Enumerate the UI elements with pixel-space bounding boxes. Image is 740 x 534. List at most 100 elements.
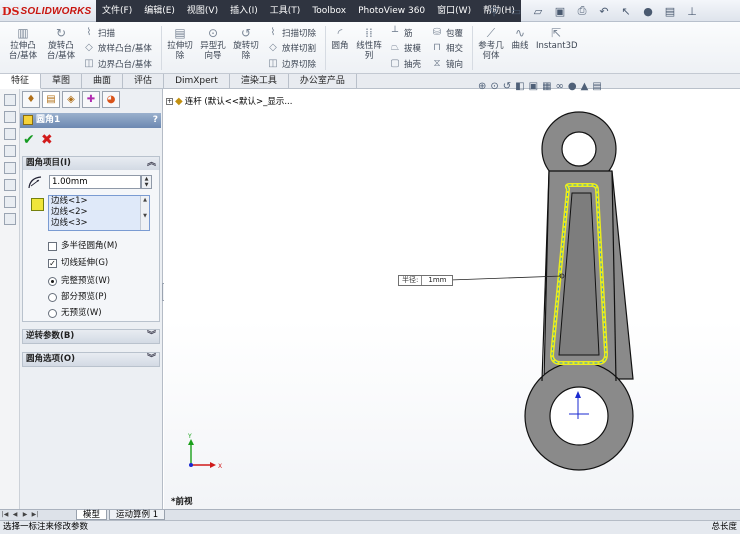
instant3d-button[interactable]: ⇱ Instant3D [536,26,578,51]
menu-toolbox[interactable]: Toolbox [306,0,352,22]
first-tab-icon[interactable]: |◀ [0,511,10,520]
chevron-down-icon[interactable]: ︾ [147,330,156,343]
small-end-hole[interactable] [561,131,597,167]
help-button[interactable]: ? [153,113,158,128]
property-manager-icon[interactable]: ▤ [42,91,60,108]
edges-list[interactable]: 边线<1> 边线<2> 边线<3> ▲ ▼ [48,195,150,231]
undo-icon[interactable]: ↶ [594,3,614,19]
extrude-boss-button[interactable]: ▥ 拉伸凸 台/基体 [6,26,40,61]
sweep-button[interactable]: ⌇ 扫描 [82,25,115,40]
fillet-items-header[interactable]: 圆角项目(I) ︽ [23,157,159,170]
menu-photoview[interactable]: PhotoView 360 [352,0,431,22]
boundary-boss-button[interactable]: ◫ 边界凸台/基体 [82,56,152,71]
boundary-cut-button[interactable]: ◫ 边界切除 [266,56,316,71]
resources-icon[interactable] [3,94,16,106]
list-item[interactable]: 边线<2> [49,207,149,218]
hole-wizard-button[interactable]: ⊙ 异型孔 向导 [197,26,229,61]
graphics-area[interactable]: + ◆ 连杆 (默认<<默认>_显示... 半径: 1mm Y X *前视 [164,89,740,509]
next-tab-icon[interactable]: ▶ [20,511,30,520]
partial-preview-option[interactable]: 部分预览(P) [48,291,107,304]
no-preview-option[interactable]: 无预览(W) [48,307,102,320]
last-tab-icon[interactable]: ▶| [30,511,40,520]
list-item[interactable]: 边线<3> [49,218,149,229]
menu-edit[interactable]: 编辑(E) [138,0,181,22]
full-preview-option[interactable]: 完整预览(W) [48,275,110,288]
dimxpert-manager-icon[interactable]: ✚ [82,91,100,108]
connecting-rod-model[interactable] [164,89,740,509]
options-icon[interactable]: ▤ [660,3,680,19]
loft-boss-button[interactable]: ◇ 放样凸台/基体 [82,40,152,55]
tab-motion-study[interactable]: 运动算例 1 [109,510,166,520]
curves-button[interactable]: ∿ 曲线 [508,26,532,51]
menu-file[interactable]: 文件(F) [96,0,138,22]
rebuild-icon[interactable]: ● [638,3,658,19]
tab-evaluate[interactable]: 评估 [123,74,165,89]
swept-cut-button[interactable]: ⌇ 扫描切除 [266,25,316,40]
configuration-manager-icon[interactable]: ◈ [62,91,80,108]
radius-callout-value[interactable]: 1mm [421,276,452,285]
edges-list-scrollbar[interactable]: ▲ ▼ [140,196,149,230]
zoom-to-fit-icon[interactable]: ⊕ [478,81,486,92]
menu-insert[interactable]: 插入(I) [224,0,264,22]
search-icon[interactable] [3,145,16,157]
view-settings-icon[interactable]: ▤ [592,81,601,92]
tab-features[interactable]: 特征 [0,74,42,89]
radius-callout[interactable]: 半径: 1mm [398,275,454,286]
multi-radius-checkbox[interactable] [48,242,57,251]
radius-spinner[interactable]: ▲ ▼ [141,175,152,189]
menu-tools[interactable]: 工具(T) [264,0,307,22]
design-library-icon[interactable] [3,111,16,123]
view-palette-icon[interactable] [3,162,16,174]
wrap-button[interactable]: ⛁ 包覆 [430,25,463,40]
tab-render-tools[interactable]: 渲染工具 [230,74,289,89]
cancel-button[interactable]: ✖ [41,132,53,148]
solidworks-logo[interactable]: DS SOLIDWORKS [2,3,91,19]
select-icon[interactable]: ↖ [616,3,636,19]
chevron-down-icon[interactable]: ︾ [147,353,156,366]
section-view-icon[interactable]: ◧ [515,81,524,92]
appearances-icon[interactable] [3,179,16,191]
multi-radius-option[interactable]: 多半径圆角(M) [48,240,117,253]
edit-appearance-icon[interactable]: ● [568,81,577,92]
custom-properties-icon[interactable] [3,196,16,208]
setback-header[interactable]: 逆转参数(B) ︾ [23,330,159,343]
fillet-button[interactable]: ◜ 圆角 [328,26,352,51]
forum-icon[interactable] [3,213,16,225]
mirror-button[interactable]: ⧖ 镜向 [430,56,463,71]
zoom-to-area-icon[interactable]: ⊙ [490,81,498,92]
apply-scene-icon[interactable]: ▲ [581,81,589,92]
part-name[interactable]: 连杆 (默认<<默认>_显示... [185,95,293,107]
display-manager-icon[interactable]: ◕ [102,91,120,108]
revolve-boss-button[interactable]: ↻ 旋转凸 台/基体 [44,26,78,61]
revolve-cut-button[interactable]: ↺ 旋转切 除 [230,26,262,61]
extrude-cut-button[interactable]: ▤ 拉伸切 除 [164,26,196,61]
tab-sketch[interactable]: 草图 [41,74,83,89]
tangent-propagation-option[interactable]: ✓ 切线延伸(G) [48,257,108,270]
intersect-button[interactable]: ⊓ 相交 [430,40,463,55]
lofted-cut-button[interactable]: ◇ 放样切割 [266,40,316,55]
reference-geometry-button[interactable]: ⟋ 参考几 何体 [474,26,508,61]
save-icon[interactable]: ▣ [550,3,570,19]
print-icon[interactable]: ⎙ [572,3,592,19]
expand-icon[interactable]: + [166,97,173,105]
pin-icon[interactable]: ⚲ [484,3,504,19]
shell-button[interactable]: ▢ 抽壳 [388,56,421,71]
open-icon[interactable]: ▱ [528,3,548,19]
tangent-propagation-checkbox[interactable]: ✓ [48,259,57,268]
rib-button[interactable]: ┴ 筋 [388,25,413,40]
feature-manager-icon[interactable]: ♦ [22,91,40,108]
chevron-up-icon[interactable]: ︽ [147,157,156,170]
menu-window[interactable]: 窗口(W) [431,0,477,22]
linear-pattern-button[interactable]: ⁞⁞ 线性阵 列 [352,26,386,61]
tab-office-products[interactable]: 办公室产品 [289,74,357,89]
no-preview-radio[interactable] [48,309,57,318]
file-explorer-icon[interactable] [3,128,16,140]
list-item[interactable]: 边线<1> [49,196,149,207]
tab-model[interactable]: 模型 [76,510,108,520]
tab-surfaces[interactable]: 曲面 [82,74,124,89]
fillet-options-header[interactable]: 圆角选项(O) ︾ [23,353,159,366]
ok-button[interactable]: ✔ [23,132,35,148]
view-orientation-icon[interactable]: ▣ [529,81,538,92]
draft-button[interactable]: ⏢ 拔模 [388,40,421,55]
display-style-icon[interactable]: ▦ [542,81,551,92]
